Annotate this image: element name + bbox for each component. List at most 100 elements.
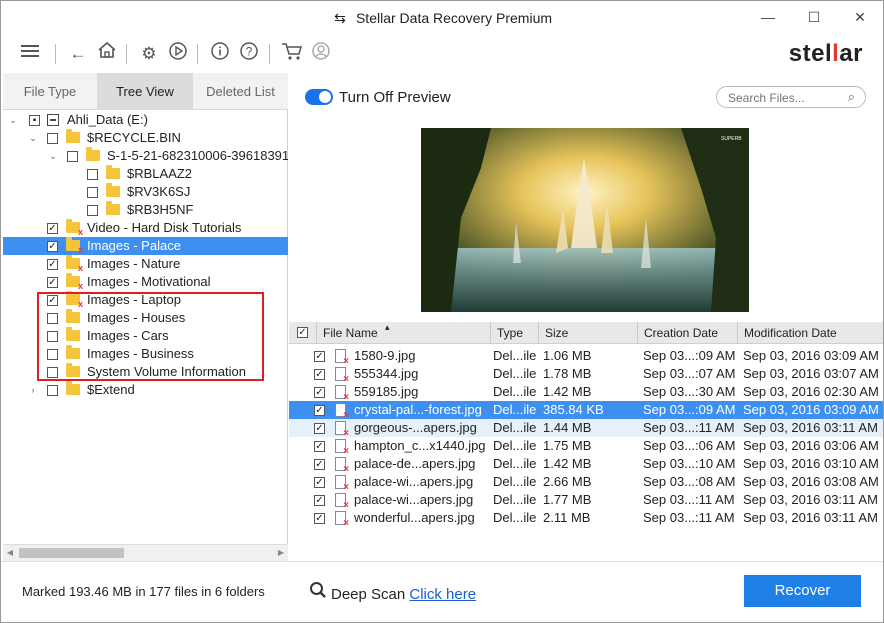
column-creation-date[interactable]: Creation Date [638,322,738,344]
file-checkbox[interactable]: ✓ [314,513,325,524]
back-icon[interactable]: ← [65,41,91,67]
info-icon[interactable] [207,41,233,67]
file-row[interactable]: ✓ palace-wi...apers.jpg Del...ile 2.66 M… [289,473,883,492]
tree-item[interactable]: › $Extend [3,381,288,399]
file-checkbox[interactable]: ✓ [314,477,325,488]
tree-checkbox[interactable] [87,205,98,216]
select-all-checkbox[interactable]: ✓ [297,327,308,338]
file-type: Del...ile [493,456,537,471]
minimize-button[interactable]: — [745,1,791,33]
file-row-selected[interactable]: ✓ crystal-pal...-forest.jpg Del...ile 38… [289,401,883,420]
tree-checkbox[interactable]: ✓ [47,259,58,270]
file-row[interactable]: ✓ wonderful...apers.jpg Del...ile 2.11 M… [289,509,883,528]
close-button[interactable]: ✕ [837,1,883,33]
file-checkbox[interactable]: ✓ [314,423,325,434]
tree-item[interactable]: $RV3K6SJ [3,183,288,201]
file-row[interactable]: ✓ hampton_c...x1440.jpg Del...ile 1.75 M… [289,437,883,456]
tree-checkbox[interactable] [47,133,58,144]
tree-checkbox[interactable] [87,187,98,198]
tree-checkbox[interactable] [87,169,98,180]
tree-item[interactable]: ⌄ S-1-5-21-682310006-396183910 [3,147,288,165]
tree-checkbox[interactable] [67,151,78,162]
tab-deleted-list[interactable]: Deleted List [193,73,288,110]
file-checkbox[interactable]: ✓ [314,351,325,362]
tree-checkbox[interactable]: ▪ [29,115,40,126]
deep-scan-link[interactable]: Click here [409,586,476,603]
collapse-icon[interactable]: ⌄ [28,129,38,147]
tree-item[interactable]: $RBLAAZ2 [3,165,288,183]
account-icon[interactable] [308,41,334,67]
resume-icon[interactable] [165,41,191,67]
toolbar-divider [269,44,270,64]
column-type[interactable]: Type [491,322,539,344]
column-modification-date[interactable]: Modification Date [738,322,883,344]
tree-item-label: Images - Palace [87,238,181,253]
deleted-folder-icon: x [66,255,83,273]
tree-item[interactable]: ⌄ $RECYCLE.BIN [3,129,288,147]
file-checkbox[interactable]: ✓ [314,369,325,380]
select-all-cell[interactable]: ✓ [289,322,317,344]
file-row[interactable]: ✓ gorgeous-...apers.jpg Del...ile 1.44 M… [289,419,883,438]
deep-scan: Deep Scan Click here [309,581,476,604]
scroll-left-icon[interactable]: ◀ [3,545,17,561]
file-name: 555344.jpg [354,366,419,381]
deleted-file-icon [335,493,349,510]
tab-tree-view[interactable]: Tree View [97,73,193,110]
maximize-button[interactable]: ☐ [791,1,837,33]
search-input[interactable] [728,90,838,105]
tree-item-label: $RV3K6SJ [127,184,191,199]
tree-item[interactable]: ✓ x Video - Hard Disk Tutorials [3,219,288,237]
file-size: 2.66 MB [543,474,592,489]
deleted-file-icon [335,367,349,384]
help-icon[interactable]: ? [236,41,262,67]
file-created: Sep 03...:30 AM [643,384,736,399]
collapse-icon[interactable]: ⌄ [8,111,18,129]
file-checkbox[interactable]: ✓ [314,441,325,452]
tree-checkbox[interactable]: ✓ [47,241,58,252]
deleted-file-icon [335,421,349,438]
folder-icon [106,165,120,179]
file-modified: Sep 03, 2016 03:09 AM [743,348,879,363]
file-name: gorgeous-...apers.jpg [354,420,477,435]
scrollbar-thumb[interactable] [19,548,124,558]
tree-item-label: $RECYCLE.BIN [87,130,181,145]
tree-item[interactable]: ⌄ ▪ Ahli_Data (E:) [3,111,288,129]
search-box[interactable]: ⌕ [716,86,866,108]
search-icon[interactable]: ⌕ [848,89,855,105]
file-checkbox[interactable]: ✓ [314,459,325,470]
home-icon[interactable] [94,41,120,67]
settings-icon[interactable]: ⚙ [136,41,162,67]
tree-item-selected[interactable]: ✓ x Images - Palace [3,237,288,255]
tree-item[interactable]: ✓ x Images - Nature [3,255,288,273]
file-row[interactable]: ✓ 559185.jpg Del...ile 1.42 MB Sep 03...… [289,383,883,402]
tree-item[interactable]: ✓ x Images - Motivational [3,273,288,291]
file-checkbox[interactable]: ✓ [314,405,325,416]
svg-text:?: ? [246,45,253,59]
file-row[interactable]: ✓ 1580-9.jpg Del...ile 1.06 MB Sep 03...… [289,347,883,366]
cart-icon[interactable] [279,41,305,67]
tab-file-type[interactable]: File Type [3,73,97,110]
tree-checkbox[interactable]: ✓ [47,223,58,234]
file-checkbox[interactable]: ✓ [314,495,325,506]
file-modified: Sep 03, 2016 03:06 AM [743,438,879,453]
file-modified: Sep 03, 2016 03:09 AM [743,402,879,417]
file-modified: Sep 03, 2016 03:08 AM [743,474,879,489]
file-row[interactable]: ✓ palace-de...apers.jpg Del...ile 1.42 M… [289,455,883,474]
collapse-icon[interactable]: ⌄ [48,147,58,165]
file-row[interactable]: ✓ palace-wi...apers.jpg Del...ile 1.77 M… [289,491,883,510]
column-size[interactable]: Size [539,322,638,344]
menu-icon[interactable] [17,41,43,67]
file-checkbox[interactable]: ✓ [314,387,325,398]
horizontal-scrollbar[interactable]: ◀ ▶ [3,544,288,561]
tree-checkbox[interactable] [47,385,58,396]
file-row[interactable]: ✓ 555344.jpg Del...ile 1.78 MB Sep 03...… [289,365,883,384]
scroll-right-icon[interactable]: ▶ [274,545,288,561]
file-name: palace-de...apers.jpg [354,456,476,471]
expand-icon[interactable]: › [28,381,38,399]
tree-checkbox[interactable]: ✓ [47,277,58,288]
preview-toggle[interactable] [305,89,333,105]
file-list-header: ✓ File Name ▴ Type Size Creation Date Mod… [289,322,883,344]
recover-button[interactable]: Recover [744,575,861,607]
column-file-name[interactable]: File Name ▴ [317,322,491,344]
tree-item[interactable]: $RB3H5NF [3,201,288,219]
